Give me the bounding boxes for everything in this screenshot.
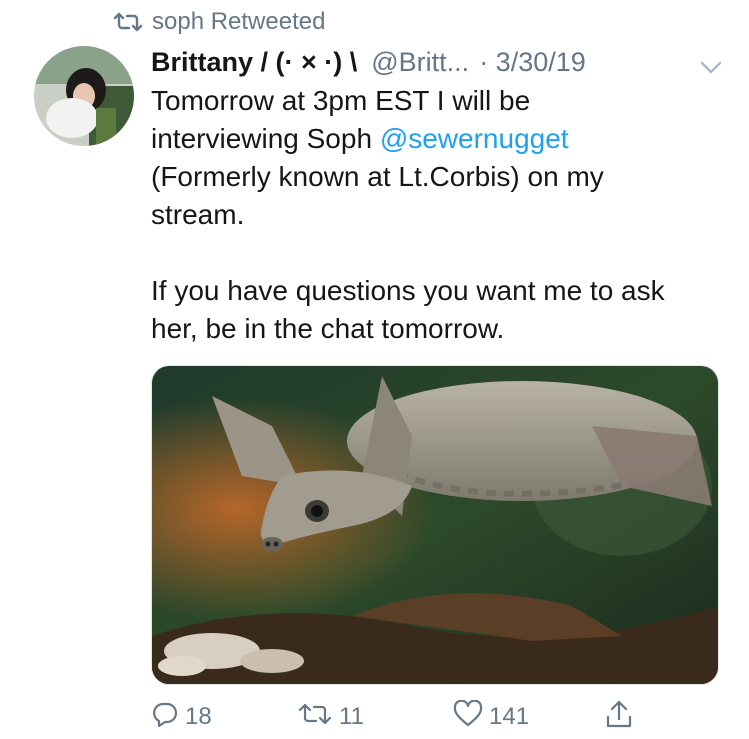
tweet-line: interviewing Soph @sewernugget <box>151 120 731 158</box>
reply-icon <box>151 700 185 735</box>
tweet-line: stream. <box>151 199 245 230</box>
tweet-date[interactable]: · 3/30/19 <box>479 47 586 78</box>
mention-link[interactable]: @sewernugget <box>380 123 569 154</box>
tweet-header: Brittany / (· × ·) \ @Britt... · 3/30/19 <box>151 42 741 82</box>
tweet-line: If you have questions you want me to ask <box>151 275 665 306</box>
tweet-line-text: interviewing Soph <box>151 123 380 154</box>
display-name[interactable]: Brittany / (· × ·) \ <box>151 47 357 78</box>
reply-button[interactable]: 18 <box>151 700 212 734</box>
like-button[interactable]: 141 <box>453 699 530 735</box>
share-icon <box>605 699 639 736</box>
share-button[interactable] <box>605 700 639 734</box>
tweet-text: Tomorrow at 3pm EST I will be interviewi… <box>151 82 731 348</box>
retweet-count: 11 <box>339 703 364 730</box>
tweet-line: her, be in the chat tomorrow. <box>151 313 505 344</box>
tweet-actions: 18 11 141 <box>151 699 651 735</box>
user-handle[interactable]: @Britt... <box>371 47 469 78</box>
turtle-photo[interactable] <box>151 365 719 685</box>
retweet-label: soph Retweeted <box>152 8 326 35</box>
heart-icon <box>453 699 489 735</box>
reply-count: 18 <box>185 703 212 730</box>
chevron-down-icon[interactable] <box>699 52 723 74</box>
retweet-icon <box>112 10 144 34</box>
retweet-button[interactable]: 11 <box>297 700 364 734</box>
retweet-context[interactable]: soph Retweeted <box>112 6 325 38</box>
like-count: 141 <box>489 703 530 730</box>
tweet-line: Tomorrow at 3pm EST I will be <box>151 85 531 116</box>
retweet-icon <box>297 701 339 734</box>
avatar[interactable] <box>34 46 134 146</box>
tweet-line: (Formerly known at Lt.Corbis) on my <box>151 161 604 192</box>
